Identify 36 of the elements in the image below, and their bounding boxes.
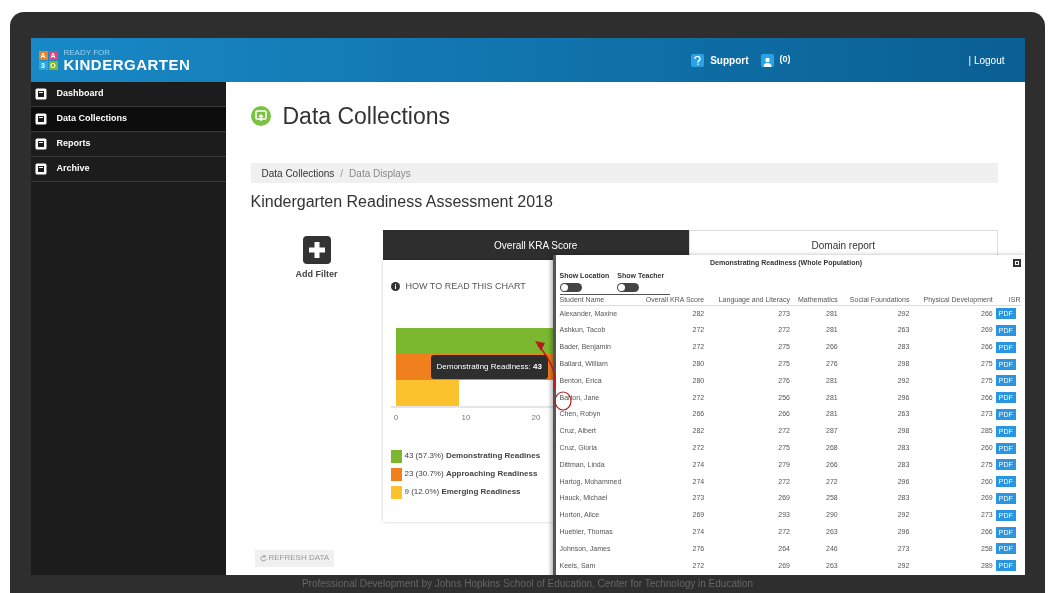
chart-tooltip: Demonstrating Readiness: 43 <box>430 354 548 379</box>
axis-tick-label: 10 <box>461 412 470 422</box>
axis-tick-label: 0 <box>393 412 398 422</box>
logo-tagline: READY FOR <box>63 48 112 57</box>
tab[interactable]: Overall KRA Score <box>382 230 689 260</box>
legend-label: 9 (12.0%) Emerging Readiness <box>404 486 521 498</box>
refresh-button[interactable]: REFRESH DATA <box>254 549 335 567</box>
chart-bar[interactable] <box>395 327 555 354</box>
help-icon[interactable] <box>691 53 705 67</box>
add-filter-label[interactable]: Add Filter <box>295 268 338 282</box>
close-icon[interactable] <box>1012 259 1021 267</box>
document-icon <box>34 88 47 100</box>
breadcrumb-separator: / <box>340 166 344 181</box>
support-link[interactable]: Support <box>710 52 749 68</box>
add-filter-icon[interactable] <box>302 236 331 264</box>
document-icon <box>34 138 47 150</box>
chart-help-link[interactable]: HOW TO READ THIS CHART <box>405 280 526 294</box>
legend-label: 23 (30.7%) Approaching Readiness <box>404 468 538 480</box>
axis-tick-label: 20 <box>531 412 540 422</box>
assessment-title: Kindergarten Readiness Assessment 2018 <box>250 192 554 212</box>
info-icon[interactable] <box>390 282 400 292</box>
user-icon[interactable] <box>760 53 774 67</box>
toggle-switch[interactable] <box>617 282 640 292</box>
logo-wordmark: KINDERGARTEN <box>63 56 191 72</box>
breadcrumb-link[interactable]: Data Collections <box>261 165 335 181</box>
legend-label: 43 (57.3%) Demonstrating Readines <box>404 450 541 462</box>
toggle-switch[interactable] <box>559 282 582 292</box>
breadcrumb-link[interactable]: Data Displays <box>349 165 411 181</box>
page-title: Data Collections <box>282 101 450 131</box>
document-icon <box>34 113 47 125</box>
sidebar-item[interactable]: Data Collections <box>30 107 226 132</box>
refresh-icon <box>259 554 267 562</box>
page-icon <box>250 106 271 126</box>
notification-count[interactable]: (0) <box>779 53 791 67</box>
logout-link[interactable]: | Logout <box>968 52 1005 68</box>
document-icon <box>34 163 47 175</box>
